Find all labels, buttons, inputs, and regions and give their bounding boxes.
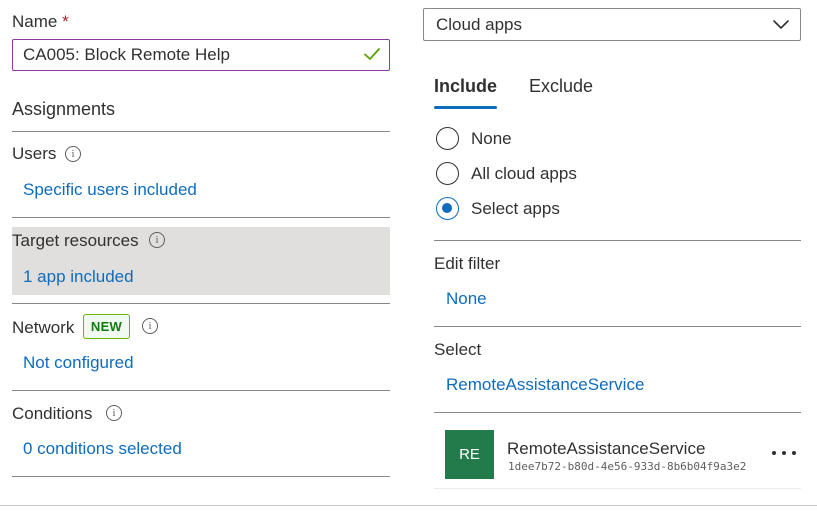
resource-type-dropdown[interactable]: Cloud apps [423,8,801,41]
users-link[interactable]: Specific users included [23,180,197,200]
target-resources-link[interactable]: 1 app included [23,267,134,287]
info-icon[interactable]: i [149,232,165,248]
divider [12,131,390,132]
edit-filter-link[interactable]: None [446,289,487,309]
active-tab-indicator [434,106,497,109]
divider [12,390,390,391]
info-icon[interactable]: i [142,318,158,334]
chevron-down-icon [773,20,789,29]
app-avatar: RE [445,430,494,479]
policy-name-value[interactable]: CA005: Block Remote Help [23,45,230,65]
name-label-text: Name [12,12,58,31]
radio-select-apps-label[interactable]: Select apps [471,199,560,219]
resource-type-value: Cloud apps [436,15,523,34]
select-label: Select [434,340,482,359]
divider [12,476,390,477]
tab-include[interactable]: Include [434,76,497,97]
radio-none-label[interactable]: None [471,129,512,149]
info-icon[interactable]: i [65,146,81,162]
radio-all-cloud-apps-label[interactable]: All cloud apps [471,164,577,184]
policy-name-input[interactable]: CA005: Block Remote Help [12,39,390,71]
divider [434,412,801,413]
required-mark: * [62,12,69,31]
more-horizontal-icon[interactable] [771,446,797,460]
divider [12,303,390,304]
radio-all-cloud-apps[interactable] [436,162,459,185]
users-label: Users [12,144,57,163]
divider [434,326,801,327]
target-resources-label: Target resources [12,231,139,250]
app-id: 1dee7b72-b80d-4e56-933d-8b6b04f9a3e2 [508,460,747,473]
new-badge: NEW [83,314,130,339]
checkmark-icon [364,48,380,60]
info-icon[interactable]: i [106,405,122,421]
tab-exclude[interactable]: Exclude [529,76,593,97]
name-label: Name * [12,12,69,32]
select-link[interactable]: RemoteAssistanceService [446,375,644,395]
assignments-heading: Assignments [12,99,116,119]
app-name: RemoteAssistanceService [507,439,706,458]
conditions-link[interactable]: 0 conditions selected [23,439,182,459]
conditions-label: Conditions [12,404,93,423]
footer-divider [0,505,817,506]
network-label: Network [12,318,75,337]
divider [12,217,390,218]
network-link[interactable]: Not configured [23,353,134,373]
edit-filter-label: Edit filter [434,254,501,273]
divider [434,240,801,241]
radio-select-apps[interactable] [436,197,459,220]
radio-none[interactable] [436,127,459,150]
